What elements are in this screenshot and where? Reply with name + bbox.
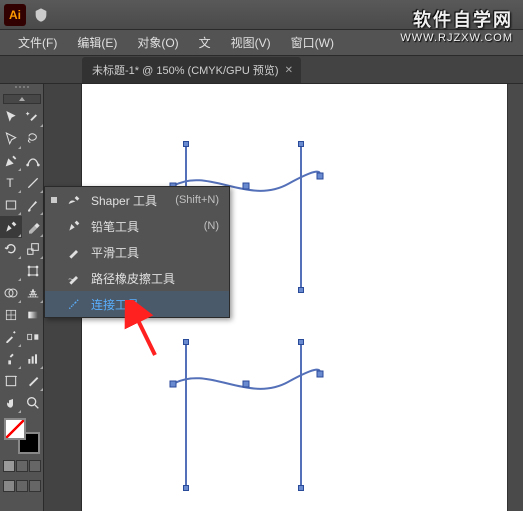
free-transform-tool[interactable] xyxy=(22,260,44,282)
draw-behind[interactable] xyxy=(16,480,28,492)
draw-normal[interactable] xyxy=(3,480,15,492)
fill-mode-none[interactable] xyxy=(29,460,41,472)
fill-mode-gradient[interactable] xyxy=(16,460,28,472)
svg-text:T: T xyxy=(6,176,14,190)
flyout-shortcut: (N) xyxy=(204,220,219,232)
blend-tool[interactable] xyxy=(22,326,44,348)
eraser-tool[interactable] xyxy=(22,216,44,238)
path-eraser-icon xyxy=(65,269,83,287)
active-indicator xyxy=(51,275,57,281)
menu-object[interactable]: 对象(O) xyxy=(127,30,188,55)
pencil-icon xyxy=(65,217,83,235)
cc-icon xyxy=(32,6,50,24)
tool-flyout-menu: Shaper 工具 (Shift+N) 铅笔工具 (N) 平滑工具 路径橡皮擦工… xyxy=(44,186,230,318)
flyout-smooth-tool[interactable]: 平滑工具 xyxy=(45,239,229,265)
tab-title: 未标题-1* @ 150% (CMYK/GPU 预览) xyxy=(92,62,279,78)
vertical-scrollbar[interactable] xyxy=(507,84,523,511)
tool-panel: T xyxy=(0,84,44,511)
menu-window[interactable]: 窗口(W) xyxy=(281,30,344,55)
curvature-tool[interactable] xyxy=(22,150,44,172)
mesh-tool[interactable] xyxy=(0,304,22,326)
hand-tool[interactable] xyxy=(0,392,22,414)
active-indicator xyxy=(51,249,57,255)
active-indicator xyxy=(51,301,57,307)
selection-tool[interactable] xyxy=(0,106,22,128)
menu-bar: 文件(F) 编辑(E) 对象(O) 文 视图(V) 窗口(W) xyxy=(0,30,523,56)
line-segment-tool[interactable] xyxy=(22,172,44,194)
menu-view[interactable]: 视图(V) xyxy=(221,30,281,55)
flyout-path-eraser-tool[interactable]: 路径橡皮擦工具 xyxy=(45,265,229,291)
menu-file[interactable]: 文件(F) xyxy=(8,30,67,55)
flyout-shaper-tool[interactable]: Shaper 工具 (Shift+N) xyxy=(45,187,229,213)
shaper-tool[interactable] xyxy=(0,216,22,238)
paintbrush-tool[interactable] xyxy=(22,194,44,216)
zoom-tool[interactable] xyxy=(22,392,44,414)
flyout-pencil-tool[interactable]: 铅笔工具 (N) xyxy=(45,213,229,239)
panel-collapse-button[interactable] xyxy=(3,94,41,104)
symbol-sprayer-tool[interactable] xyxy=(0,348,22,370)
flyout-label: 路径橡皮擦工具 xyxy=(91,270,219,287)
magic-wand-tool[interactable] xyxy=(22,106,44,128)
type-tool[interactable]: T xyxy=(0,172,22,194)
flyout-label: 平滑工具 xyxy=(91,244,219,261)
menu-edit[interactable]: 编辑(E) xyxy=(67,30,127,55)
document-tab[interactable]: 未标题-1* @ 150% (CMYK/GPU 预览) ✕ xyxy=(82,57,301,83)
flyout-join-tool[interactable]: 连接工具 xyxy=(45,291,229,317)
width-tool[interactable] xyxy=(0,260,22,282)
anchor-point[interactable] xyxy=(298,339,304,345)
fill-mode-color[interactable] xyxy=(3,460,15,472)
rectangle-tool[interactable] xyxy=(0,194,22,216)
perspective-grid-tool[interactable] xyxy=(22,282,44,304)
eyedropper-tool[interactable] xyxy=(0,326,22,348)
column-graph-tool[interactable] xyxy=(22,348,44,370)
draw-inside[interactable] xyxy=(29,480,41,492)
active-indicator xyxy=(51,223,57,229)
anchor-point[interactable] xyxy=(298,141,304,147)
app-icon: Ai xyxy=(4,4,26,26)
flyout-shortcut: (Shift+N) xyxy=(175,194,219,206)
shaper-icon xyxy=(65,191,83,209)
active-indicator xyxy=(51,197,57,203)
smooth-icon xyxy=(65,243,83,261)
menu-type[interactable]: 文 xyxy=(189,30,221,55)
anchor-point[interactable] xyxy=(298,287,304,293)
flyout-label: 连接工具 xyxy=(91,296,219,313)
pen-tool[interactable] xyxy=(0,150,22,172)
color-swatches xyxy=(3,418,41,492)
flyout-label: 铅笔工具 xyxy=(91,218,196,235)
lasso-tool[interactable] xyxy=(22,128,44,150)
panel-grip[interactable] xyxy=(7,86,37,92)
title-bar: Ai xyxy=(0,0,523,30)
join-icon xyxy=(65,295,83,313)
close-icon[interactable]: ✕ xyxy=(285,65,293,76)
anchor-point[interactable] xyxy=(183,141,189,147)
anchor-point[interactable] xyxy=(298,485,304,491)
rotate-tool[interactable] xyxy=(0,238,22,260)
slice-tool[interactable] xyxy=(22,370,44,392)
artboard-tool[interactable] xyxy=(0,370,22,392)
document-tab-bar: 未标题-1* @ 150% (CMYK/GPU 预览) ✕ xyxy=(0,56,523,84)
anchor-point[interactable] xyxy=(183,339,189,345)
direct-selection-tool[interactable] xyxy=(0,128,22,150)
fill-swatch[interactable] xyxy=(4,418,26,440)
path-curve[interactable] xyxy=(168,364,328,404)
flyout-label: Shaper 工具 xyxy=(91,192,167,209)
scale-tool[interactable] xyxy=(22,238,44,260)
shape-builder-tool[interactable] xyxy=(0,282,22,304)
anchor-point[interactable] xyxy=(183,485,189,491)
gradient-tool[interactable] xyxy=(22,304,44,326)
